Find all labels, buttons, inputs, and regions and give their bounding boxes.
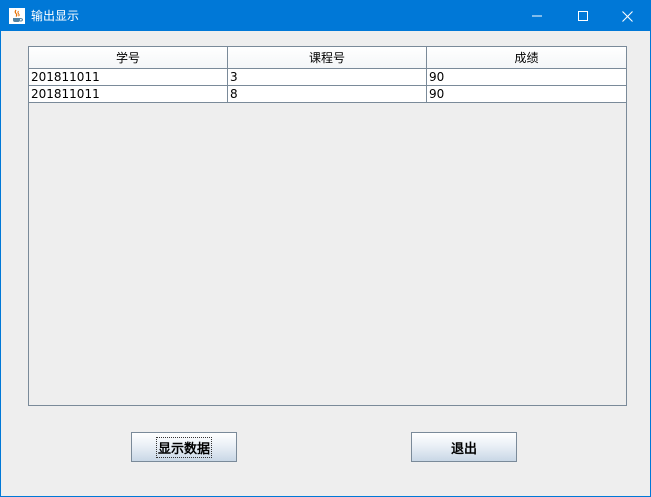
table-cell-student-id[interactable]: 201811011 <box>29 86 228 103</box>
exit-button[interactable]: 退出 <box>411 432 517 462</box>
close-button[interactable] <box>604 1 650 31</box>
table-cell-student-id[interactable]: 201811011 <box>29 69 228 86</box>
column-header-student-id[interactable]: 学号 <box>29 47 228 69</box>
close-icon <box>621 10 633 22</box>
show-data-button-label: 显示数据 <box>155 436 213 458</box>
column-header-course-id[interactable]: 课程号 <box>228 47 427 69</box>
app-window: 输出显示 学号 课程号 成绩 201811011 3 90 201811011 … <box>0 0 651 497</box>
minimize-icon <box>532 15 542 17</box>
data-table-scrollpane[interactable]: 学号 课程号 成绩 201811011 3 90 201811011 8 90 <box>28 46 627 406</box>
table-row[interactable]: 201811011 8 90 <box>29 86 626 103</box>
exit-button-label: 退出 <box>450 441 477 457</box>
maximize-icon <box>578 11 588 21</box>
java-app-icon <box>9 8 25 24</box>
minimize-button[interactable] <box>514 1 560 31</box>
show-data-button[interactable]: 显示数据 <box>131 432 237 462</box>
table-row[interactable]: 201811011 3 90 <box>29 69 626 86</box>
title-bar[interactable]: 输出显示 <box>1 1 650 31</box>
column-header-score[interactable]: 成绩 <box>427 47 626 69</box>
table-cell-score[interactable]: 90 <box>427 69 626 86</box>
table-cell-course-id[interactable]: 8 <box>228 86 427 103</box>
table-header: 学号 课程号 成绩 <box>29 47 626 69</box>
window-title: 输出显示 <box>31 9 80 23</box>
table-cell-course-id[interactable]: 3 <box>228 69 427 86</box>
table-cell-score[interactable]: 90 <box>427 86 626 103</box>
table-body: 201811011 3 90 201811011 8 90 <box>29 69 626 103</box>
maximize-button[interactable] <box>560 1 606 31</box>
